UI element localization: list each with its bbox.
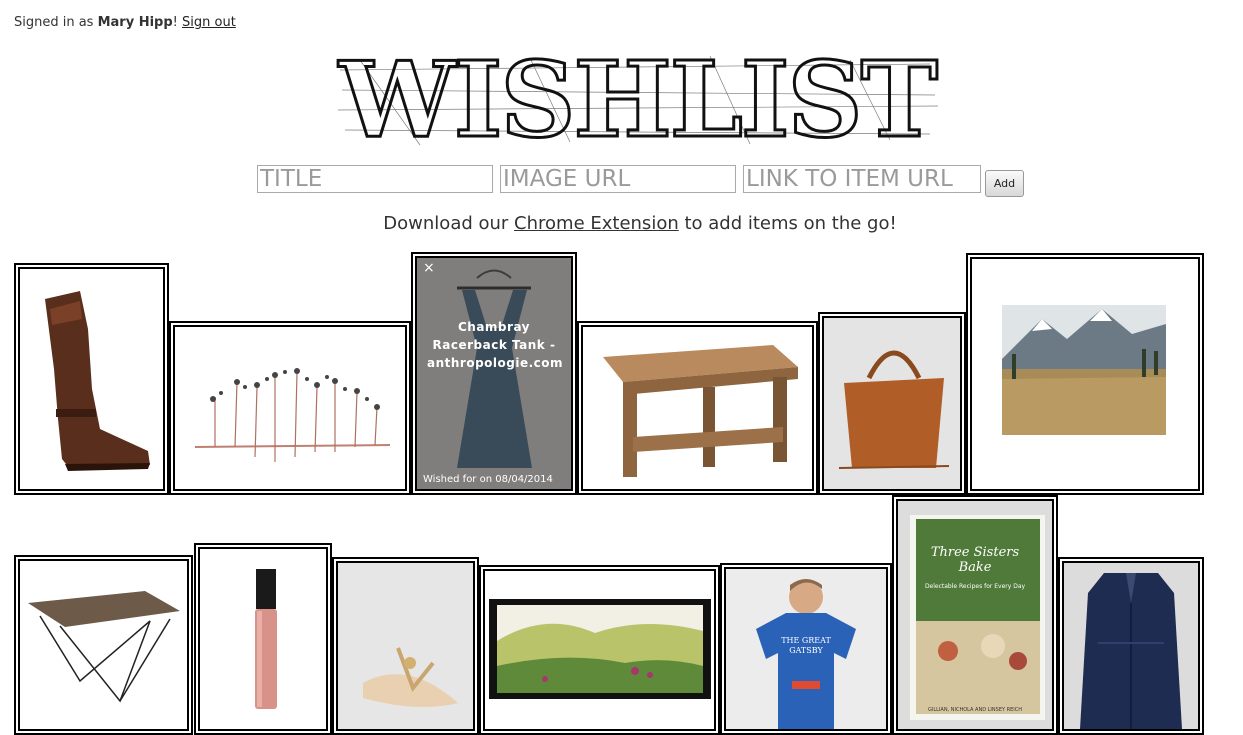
navy-jacket-image	[1080, 573, 1182, 729]
item-title[interactable]: Chambray Racerback Tank - anthropologie.…	[427, 318, 563, 372]
exclaim: !	[172, 15, 178, 30]
metal-table-image	[28, 591, 180, 703]
wish-item-painting[interactable]	[479, 565, 720, 735]
wish-item-cookbook[interactable]: Three Sisters Bake Delectable Recipes fo…	[892, 495, 1058, 735]
cookbook-image	[910, 515, 1045, 720]
download-prefix: Download our	[383, 213, 515, 234]
wish-item-boot[interactable]	[14, 263, 169, 495]
book-title: Three Sisters Bake	[930, 545, 1020, 575]
wish-item-handbag[interactable]	[818, 312, 966, 495]
wish-item-tank[interactable]: × Chambray Racerback Tank - anthropologi…	[411, 252, 577, 495]
link-url-input[interactable]	[743, 165, 981, 193]
wish-item-lip-gloss[interactable]	[194, 543, 332, 735]
lip-gloss-image	[255, 569, 277, 709]
user-name: Mary Hipp	[97, 15, 173, 30]
wooden-table-image	[603, 345, 798, 477]
wish-item-metal-table[interactable]	[14, 555, 193, 735]
wish-item-tree-sculpture[interactable]	[169, 321, 411, 495]
logo-scribble-texture	[337, 55, 939, 146]
landscape-painting-image	[489, 599, 711, 699]
svg-text:GATSBY: GATSBY	[789, 646, 823, 655]
mountain-landscape-image	[1002, 305, 1166, 435]
boot-image	[45, 291, 150, 471]
leather-handbag-image	[838, 350, 950, 469]
gatsby-tshirt-image: THE GREAT GATSBY	[756, 579, 856, 729]
download-suffix: to add items on the go!	[678, 213, 897, 234]
sandal-image	[363, 647, 458, 707]
book-subtitle: Delectable Recipes for Every Day	[924, 583, 1026, 590]
title-input[interactable]	[257, 165, 493, 193]
wish-item-jacket[interactable]	[1058, 557, 1204, 735]
close-icon[interactable]: ×	[423, 260, 435, 276]
wish-item-wooden-table[interactable]	[577, 321, 818, 495]
item-date: Wished for on 08/04/2014	[423, 474, 553, 485]
wish-item-mountain-print[interactable]	[966, 253, 1204, 495]
signin-prefix: Signed in as	[14, 15, 98, 30]
download-line: Download our Chrome Extension to add ite…	[0, 213, 1243, 234]
tree-sculpture-image	[194, 368, 391, 462]
item-hover-overlay: × Chambray Racerback Tank - anthropologi…	[417, 258, 571, 489]
svg-text:THE GREAT: THE GREAT	[781, 636, 831, 645]
book-authors: GILLIAN, NICHOLA AND LINSEY REICH	[928, 707, 1022, 713]
wish-item-tshirt[interactable]: THE GREAT GATSBY	[720, 563, 892, 735]
add-button[interactable]: Add	[985, 170, 1024, 197]
wishlist-logo: WISHLIST	[330, 46, 945, 153]
chrome-extension-link[interactable]: Chrome Extension	[514, 213, 679, 234]
image-url-input[interactable]	[500, 165, 736, 193]
signin-status: Signed in as Mary Hipp! Sign out	[14, 15, 236, 30]
sign-out-link[interactable]: Sign out	[182, 15, 236, 30]
wish-item-sandal[interactable]	[332, 557, 479, 735]
